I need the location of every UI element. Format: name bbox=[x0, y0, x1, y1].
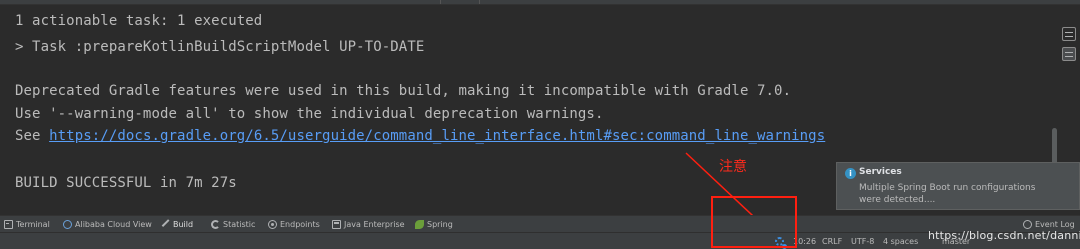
tab-terminal[interactable]: Terminal bbox=[4, 217, 50, 232]
tab-label: Statistic bbox=[223, 220, 256, 229]
info-icon: i bbox=[845, 168, 856, 179]
tab-spring[interactable]: Spring bbox=[415, 217, 453, 232]
tab-label: Alibaba Cloud View bbox=[75, 220, 152, 229]
tab-label: Endpoints bbox=[280, 220, 320, 229]
console-line: Deprecated Gradle features were used in … bbox=[15, 83, 792, 99]
watermark: https://blog.csdn.net/danning1... bbox=[928, 229, 1080, 242]
build-result-line: BUILD SUCCESSFUL in 7m 27s bbox=[15, 175, 237, 191]
tab-separator bbox=[440, 0, 480, 4]
services-notification[interactable]: i Services Multiple Spring Boot run conf… bbox=[836, 162, 1080, 210]
soft-wrap-icon[interactable] bbox=[1062, 27, 1076, 41]
tab-label: Terminal bbox=[16, 220, 50, 229]
tab-build[interactable]: Build bbox=[161, 217, 194, 232]
caret-position[interactable]: 10:26 bbox=[793, 235, 816, 248]
background-tasks-icon bbox=[775, 237, 787, 249]
tab-java-enterprise[interactable]: Java Enterprise bbox=[332, 217, 405, 232]
file-encoding[interactable]: UTF-8 bbox=[851, 235, 874, 248]
event-log-icon bbox=[1023, 220, 1032, 229]
notification-title: Services bbox=[859, 167, 902, 177]
tab-label: Java Enterprise bbox=[344, 220, 405, 229]
scroll-to-end-icon[interactable] bbox=[1062, 47, 1076, 61]
statistic-icon bbox=[211, 220, 220, 229]
console-line: 1 actionable task: 1 executed bbox=[15, 13, 263, 29]
tab-alibaba-cloud-view[interactable]: Alibaba Cloud View bbox=[63, 217, 152, 232]
console-line: > Task :prepareKotlinBuildScriptModel UP… bbox=[15, 39, 425, 55]
java-enterprise-icon bbox=[332, 220, 341, 229]
endpoints-icon bbox=[268, 220, 277, 229]
console-line: Use '--warning-mode all' to show the ind… bbox=[15, 106, 604, 122]
line-separator[interactable]: CRLF bbox=[822, 235, 842, 248]
hammer-icon bbox=[161, 219, 173, 230]
tool-window-bar: Terminal Alibaba Cloud View Build Statis… bbox=[0, 215, 1080, 232]
tab-label: Event Log bbox=[1035, 220, 1075, 229]
notification-body[interactable]: Multiple Spring Boot run configurations … bbox=[859, 182, 1059, 206]
status-bar: 10:26 CRLF UTF-8 4 spaces master bbox=[0, 232, 1080, 249]
tab-statistic[interactable]: Statistic bbox=[211, 217, 255, 232]
spring-icon bbox=[415, 220, 424, 229]
see-prefix: See bbox=[15, 128, 50, 144]
tab-label: Build bbox=[173, 220, 194, 229]
terminal-icon bbox=[4, 220, 13, 229]
console-line-see: See https://docs.gradle.org/6.5/userguid… bbox=[15, 128, 825, 144]
gradle-docs-link[interactable]: https://docs.gradle.org/6.5/userguide/co… bbox=[49, 128, 825, 144]
annotation-note: 注意 bbox=[719, 159, 747, 175]
tab-endpoints[interactable]: Endpoints bbox=[268, 217, 320, 232]
background-tasks-indicator[interactable] bbox=[775, 235, 787, 249]
tab-label: Spring bbox=[427, 220, 453, 229]
indent-setting[interactable]: 4 spaces bbox=[883, 235, 918, 248]
cloud-icon bbox=[63, 220, 72, 229]
